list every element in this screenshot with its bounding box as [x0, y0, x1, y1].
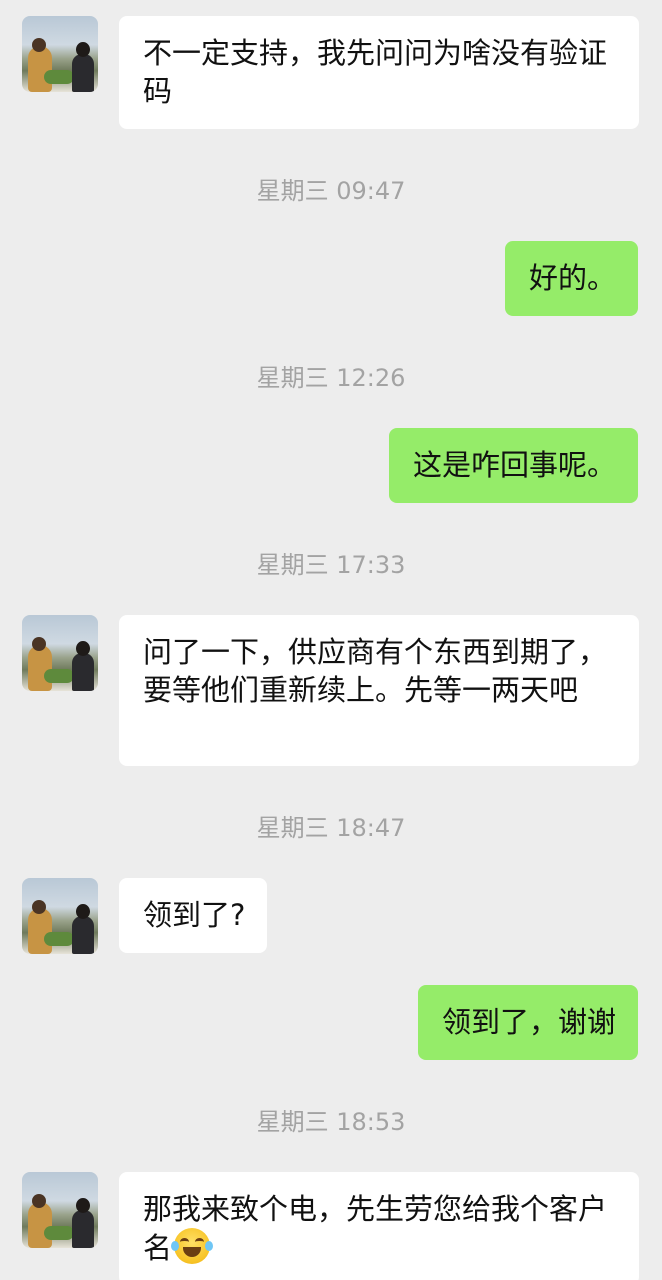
- message-text: 问了一下，供应商有个东西到期了，要等他们重新续上。先等一两天吧: [143, 635, 608, 707]
- message-bubble-incoming[interactable]: 那我来致个电，先生劳您给我个客户名: [119, 1172, 639, 1280]
- message-text: 好的。: [528, 261, 616, 295]
- message-bubble-outgoing[interactable]: 这是咋回事呢。: [388, 428, 638, 503]
- message-timestamp: 星期三 12:26: [256, 364, 406, 392]
- contact-avatar[interactable]: [22, 615, 98, 691]
- tears-of-joy-emoji: [171, 1228, 214, 1264]
- message-text: 不一定支持，我先问问为啥没有验证码: [143, 36, 608, 108]
- contact-avatar[interactable]: [22, 878, 98, 954]
- message-text: 这是咋回事呢。: [412, 448, 616, 482]
- message-bubble-outgoing[interactable]: 领到了，谢谢: [417, 985, 638, 1060]
- message-bubble-incoming[interactable]: 不一定支持，我先问问为啥没有验证码: [119, 16, 639, 129]
- message-timestamp: 星期三 18:47: [256, 814, 406, 842]
- message-bubble-incoming[interactable]: 问了一下，供应商有个东西到期了，要等他们重新续上。先等一两天吧: [119, 615, 639, 766]
- contact-avatar[interactable]: [22, 1172, 98, 1248]
- contact-avatar[interactable]: [22, 16, 98, 92]
- message-text: 领到了?: [143, 898, 246, 932]
- chat-message-list[interactable]: 不一定支持，我先问问为啥没有验证码 星期三 09:47 好的。 星期三 12:2…: [0, 0, 662, 1280]
- message-bubble-incoming[interactable]: 领到了?: [119, 878, 268, 953]
- message-text: 那我来致个电，先生劳您给我个客户名: [143, 1192, 608, 1265]
- message-timestamp: 星期三 18:53: [256, 1108, 406, 1136]
- message-timestamp: 星期三 17:33: [256, 551, 406, 579]
- message-bubble-outgoing[interactable]: 好的。: [504, 241, 638, 316]
- message-text: 领到了，谢谢: [441, 1005, 616, 1039]
- message-timestamp: 星期三 09:47: [256, 177, 406, 205]
